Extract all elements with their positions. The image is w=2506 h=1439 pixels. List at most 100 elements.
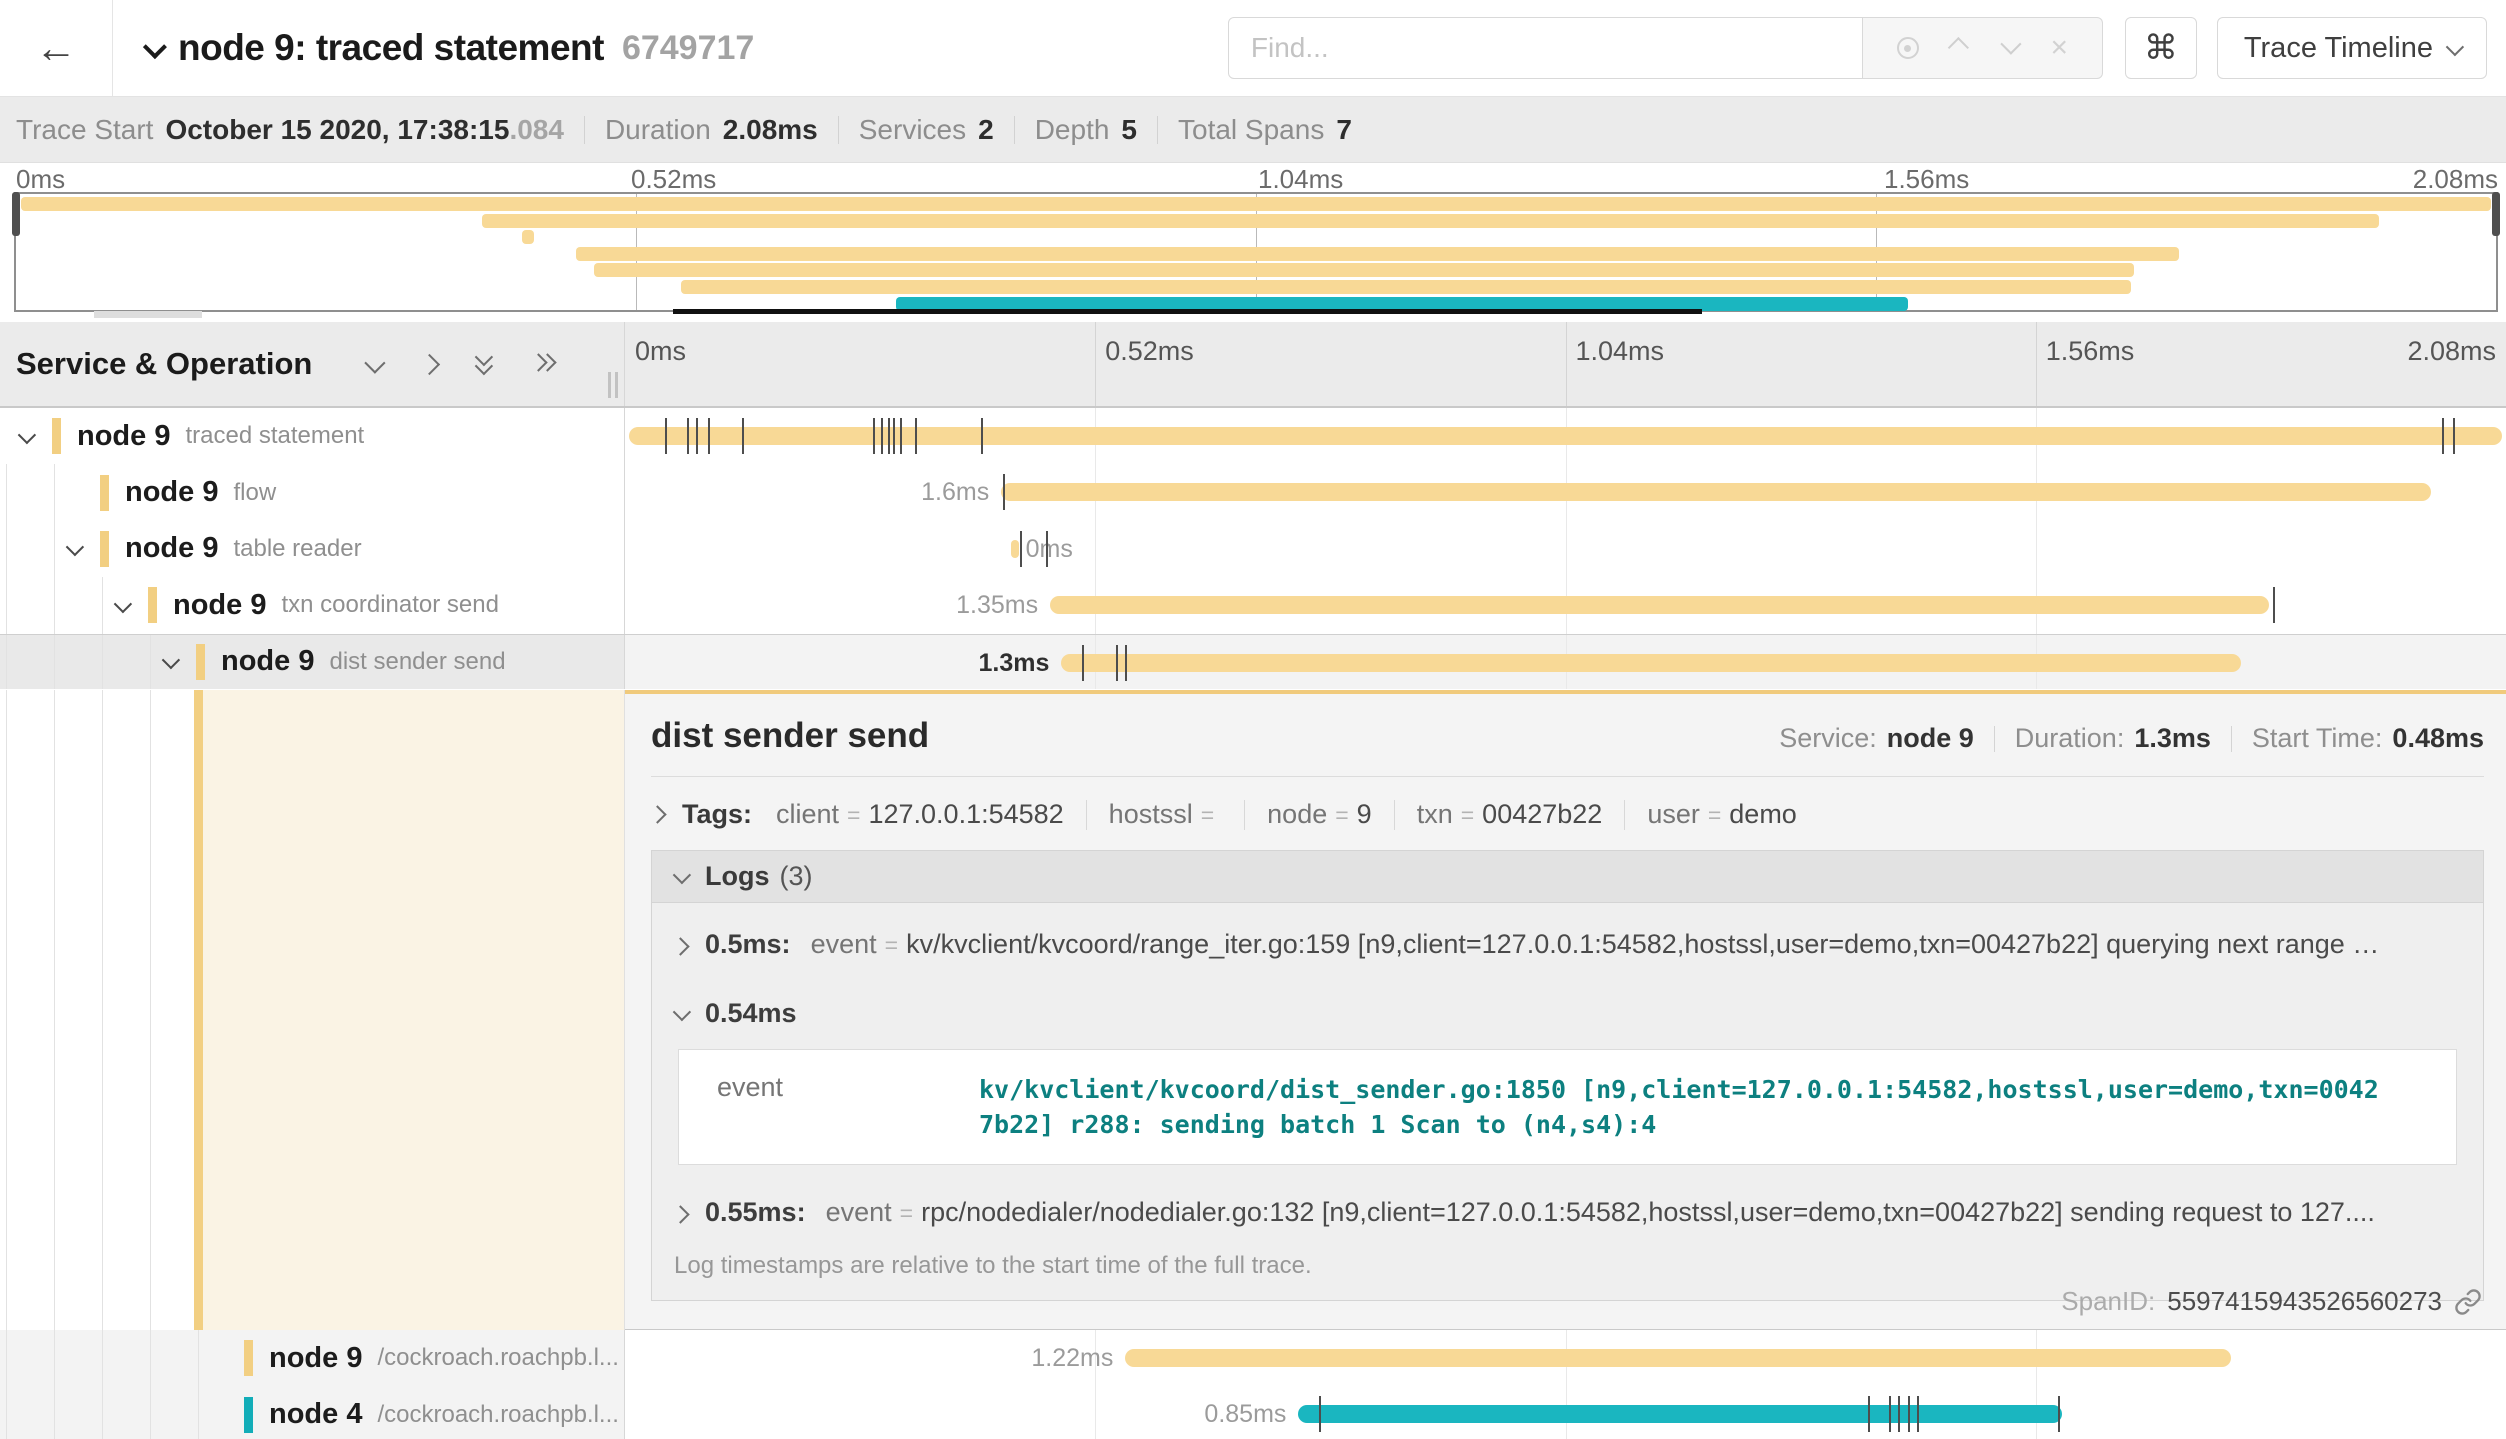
meta-label: Duration: bbox=[2015, 723, 2125, 754]
span-id-row: SpanID: 5597415943526560273 bbox=[2061, 1286, 2482, 1317]
service-color-chip bbox=[100, 475, 109, 511]
tag-key: hostssl bbox=[1109, 799, 1193, 830]
service-color-chip bbox=[148, 587, 157, 623]
tree-guide bbox=[102, 1386, 103, 1439]
tag-item[interactable]: node=9 bbox=[1267, 799, 1372, 830]
span-duration-label: 1.35ms bbox=[956, 577, 1038, 633]
expand-one-icon[interactable] bbox=[416, 351, 442, 377]
log-timestamp: 0.5ms: bbox=[705, 929, 791, 960]
tag-item[interactable]: hostssl= bbox=[1109, 799, 1222, 830]
tag-item[interactable]: client=127.0.0.1:54582 bbox=[776, 799, 1064, 830]
tree-guide bbox=[54, 635, 55, 689]
expand-collapse-icon[interactable] bbox=[110, 599, 132, 612]
span-duration-bar[interactable] bbox=[629, 427, 2502, 445]
equals-sign: = bbox=[885, 932, 898, 959]
log-field-value: rpc/nodedialer/nodedialer.go:132 [n9,cli… bbox=[921, 1197, 2463, 1228]
back-button[interactable]: ← bbox=[35, 27, 77, 69]
span-detail-title: dist sender send bbox=[651, 716, 929, 756]
span-row: node 9dist sender send1.3ms bbox=[0, 634, 2506, 689]
span-name-cell[interactable]: node 4/cockroach.roachpb.l... bbox=[0, 1386, 625, 1439]
summary-value: 5 bbox=[1121, 114, 1137, 146]
log-row-expanded-header[interactable]: 0.54ms bbox=[652, 970, 2483, 1035]
trace-id: 6749717 bbox=[622, 29, 754, 68]
collapse-one-icon[interactable] bbox=[360, 351, 386, 377]
minimap-viewport-indicator[interactable] bbox=[673, 309, 1702, 314]
prev-match-icon[interactable] bbox=[1953, 38, 1968, 58]
span-duration-bar[interactable] bbox=[1125, 1349, 2231, 1367]
log-marker-tick bbox=[1898, 1396, 1900, 1432]
tag-item[interactable]: user=demo bbox=[1647, 799, 1797, 830]
focus-match-icon[interactable] bbox=[1897, 37, 1919, 59]
clear-search-icon[interactable]: × bbox=[2050, 33, 2068, 63]
span-track: 1.6ms bbox=[625, 464, 2506, 520]
tags-row[interactable]: Tags: client=127.0.0.1:54582hostssl=node… bbox=[651, 799, 2484, 830]
span-duration-bar[interactable] bbox=[1011, 540, 1019, 558]
log-marker-tick bbox=[1868, 1396, 1870, 1432]
log-marker-tick bbox=[687, 418, 689, 454]
ruler-gridline bbox=[1566, 322, 1567, 406]
meta-label: Start Time: bbox=[2252, 723, 2383, 754]
span-detail-indent-fill bbox=[203, 690, 624, 1330]
operation-name: dist sender send bbox=[329, 648, 505, 676]
find-group: × bbox=[1228, 17, 2103, 79]
chevron-down-icon bbox=[65, 538, 83, 556]
trace-minimap[interactable] bbox=[14, 192, 2498, 312]
log-row[interactable]: 0.55ms:event=rpc/nodedialer/nodedialer.g… bbox=[652, 1171, 2483, 1238]
tree-guide bbox=[150, 635, 151, 689]
log-row[interactable]: 0.5ms:event=kv/kvclient/kvcoord/range_it… bbox=[652, 903, 2483, 970]
expand-collapse-icon[interactable] bbox=[14, 430, 36, 443]
service-color-chip bbox=[196, 644, 205, 680]
trace-title-row[interactable]: node 9: traced statement 6749717 bbox=[145, 27, 1228, 69]
expand-all-icon[interactable] bbox=[528, 351, 554, 377]
view-selector-button[interactable]: Trace Timeline bbox=[2217, 17, 2487, 79]
column-resize-handle[interactable] bbox=[608, 372, 618, 398]
span-name-content: node 9traced statement bbox=[14, 418, 364, 454]
log-marker-tick bbox=[1116, 645, 1118, 681]
span-name-cell[interactable]: node 9dist sender send bbox=[0, 635, 625, 689]
equals-sign: = bbox=[900, 1200, 913, 1227]
tree-guide bbox=[150, 1386, 151, 1439]
separator bbox=[1014, 116, 1015, 144]
tree-guide bbox=[198, 1386, 199, 1439]
span-duration-bar[interactable] bbox=[1298, 1405, 2062, 1423]
expand-collapse-icon[interactable] bbox=[158, 655, 180, 668]
span-name-cell[interactable]: node 9txn coordinator send bbox=[0, 577, 625, 633]
span-name-cell[interactable]: node 9flow bbox=[0, 464, 625, 520]
deep-link-icon[interactable] bbox=[2454, 1288, 2482, 1316]
span-name-content: node 9table reader bbox=[62, 531, 362, 567]
summary-value: October 15 2020, 17:38:15 bbox=[165, 114, 509, 146]
collapse-trace-icon[interactable] bbox=[145, 40, 162, 57]
log-marker-tick bbox=[665, 418, 667, 454]
separator bbox=[2231, 726, 2232, 752]
expand-collapse-icon[interactable] bbox=[62, 542, 84, 555]
next-match-icon[interactable] bbox=[2002, 38, 2017, 58]
span-name-cell[interactable]: node 9table reader bbox=[0, 521, 625, 577]
service-color-chip bbox=[244, 1340, 253, 1376]
minimap-left-scrubber[interactable] bbox=[12, 192, 20, 236]
chevron-down-icon bbox=[161, 651, 179, 669]
collapse-all-icon[interactable] bbox=[472, 351, 498, 377]
log-field-key: event bbox=[717, 1072, 979, 1142]
span-duration-bar[interactable] bbox=[1001, 483, 2431, 501]
minimap-right-scrubber[interactable] bbox=[2492, 192, 2500, 236]
app-header: ← node 9: traced statement 6749717 × ⌘ T… bbox=[0, 0, 2506, 97]
logs-header[interactable]: Logs (3) bbox=[652, 851, 2483, 903]
minimap-span-bar bbox=[594, 263, 2134, 277]
tag-key: user bbox=[1647, 799, 1700, 830]
keyboard-shortcuts-button[interactable]: ⌘ bbox=[2125, 17, 2197, 79]
find-input[interactable] bbox=[1228, 17, 1863, 79]
log-marker-tick bbox=[2442, 418, 2444, 454]
span-name-cell[interactable]: node 9traced statement bbox=[0, 408, 625, 464]
tag-value: 00427b22 bbox=[1482, 799, 1602, 830]
tag-item[interactable]: txn=00427b22 bbox=[1417, 799, 1603, 830]
span-duration-bar[interactable] bbox=[1061, 654, 2240, 672]
span-track: 0ms bbox=[625, 521, 2506, 577]
span-name-cell[interactable]: node 9/cockroach.roachpb.l... bbox=[0, 1330, 625, 1386]
log-marker-tick bbox=[1020, 531, 1022, 567]
tree-guide bbox=[54, 1386, 55, 1439]
span-id-value: 5597415943526560273 bbox=[2167, 1286, 2442, 1317]
operation-name: flow bbox=[233, 479, 276, 507]
separator bbox=[584, 116, 585, 144]
span-duration-bar[interactable] bbox=[1050, 596, 2269, 614]
span-row: node 4/cockroach.roachpb.l...0.85ms bbox=[0, 1386, 2506, 1439]
